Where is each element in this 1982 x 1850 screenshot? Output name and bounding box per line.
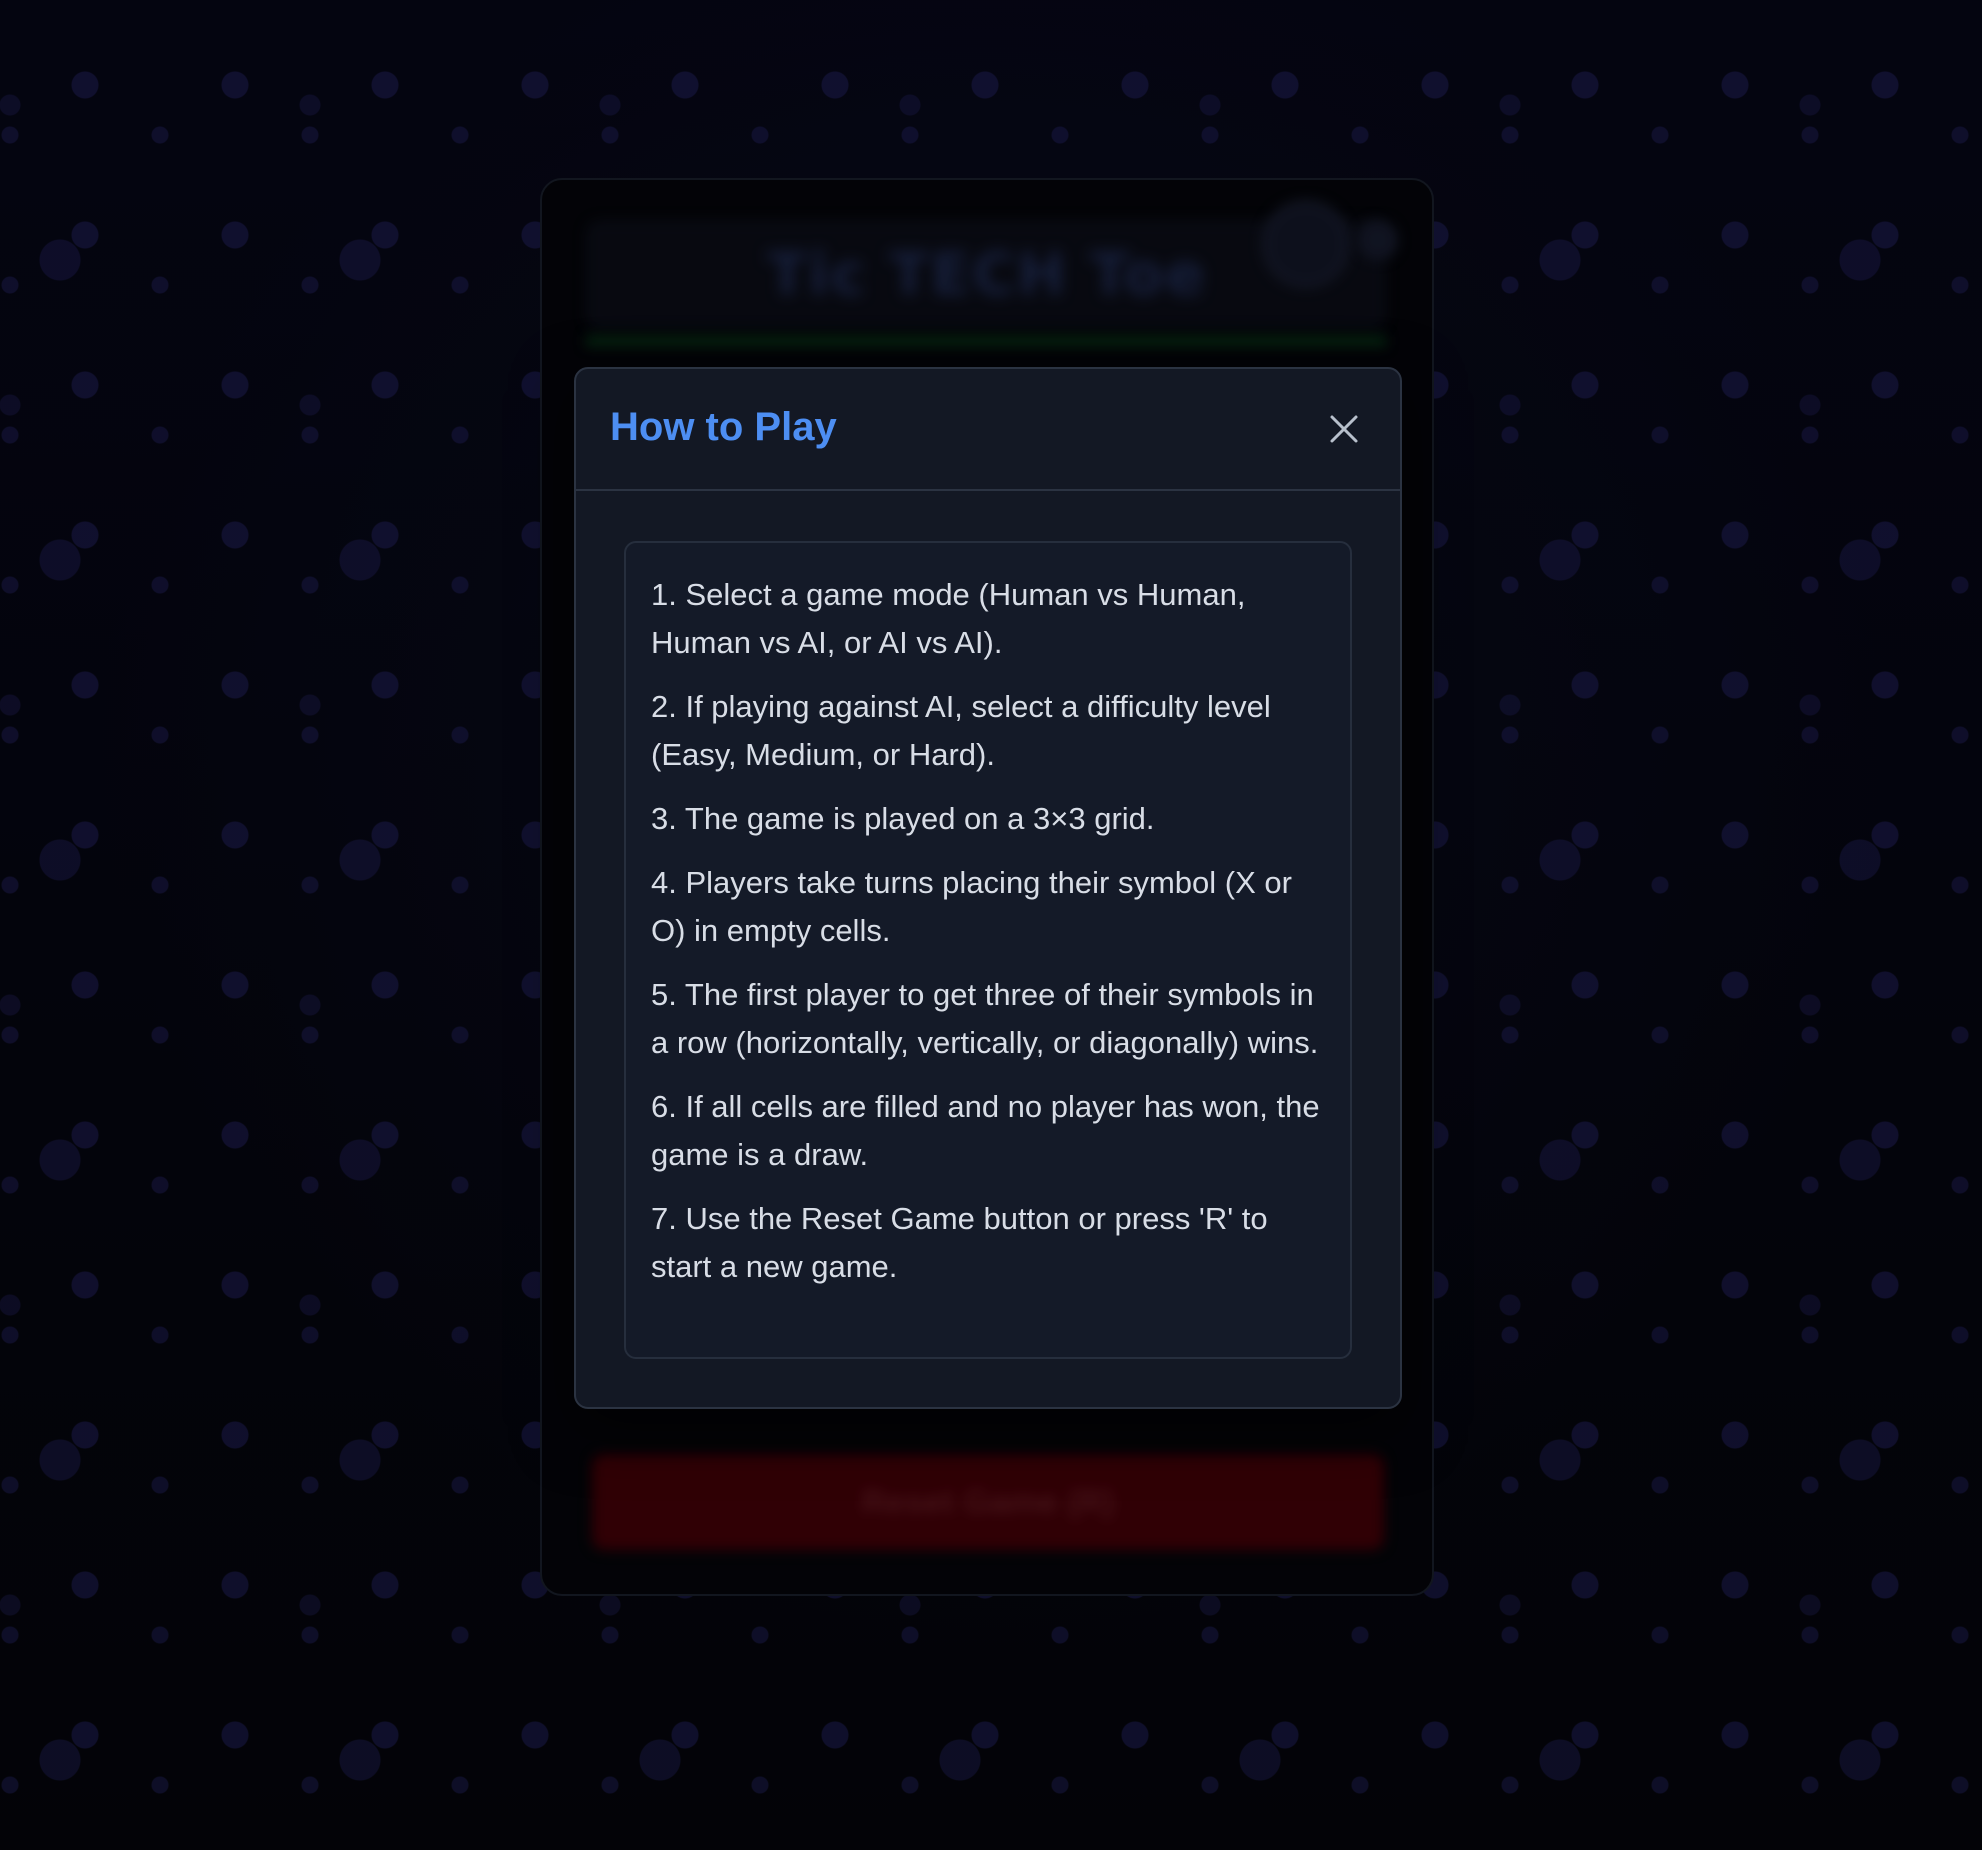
- modal-title: How to Play: [610, 405, 837, 449]
- how-to-play-modal: How to Play 1. Select a game mode (Human…: [574, 367, 1402, 1409]
- instruction-item: 7. Use the Reset Game button or press 'R…: [651, 1201, 1268, 1284]
- instruction-item: 4. Players take turns placing their symb…: [651, 865, 1292, 948]
- close-button[interactable]: [1322, 407, 1366, 451]
- instruction-item: 3. The game is played on a 3×3 grid.: [651, 801, 1155, 836]
- page: Tic TECH Toe Reset Game (R) How to Play …: [0, 0, 1982, 1850]
- instruction-item: 2. If playing against AI, select a diffi…: [651, 689, 1271, 772]
- instruction-item: 6. If all cells are filled and no player…: [651, 1089, 1320, 1172]
- instruction-item: 5. The first player to get three of thei…: [651, 977, 1319, 1060]
- instructions-card: 1. Select a game mode (Human vs Human, H…: [624, 541, 1352, 1359]
- modal-header: How to Play: [576, 369, 1400, 491]
- close-icon: [1330, 415, 1358, 443]
- instruction-list: 1. Select a game mode (Human vs Human, H…: [651, 571, 1331, 1307]
- instruction-item: 1. Select a game mode (Human vs Human, H…: [651, 577, 1246, 660]
